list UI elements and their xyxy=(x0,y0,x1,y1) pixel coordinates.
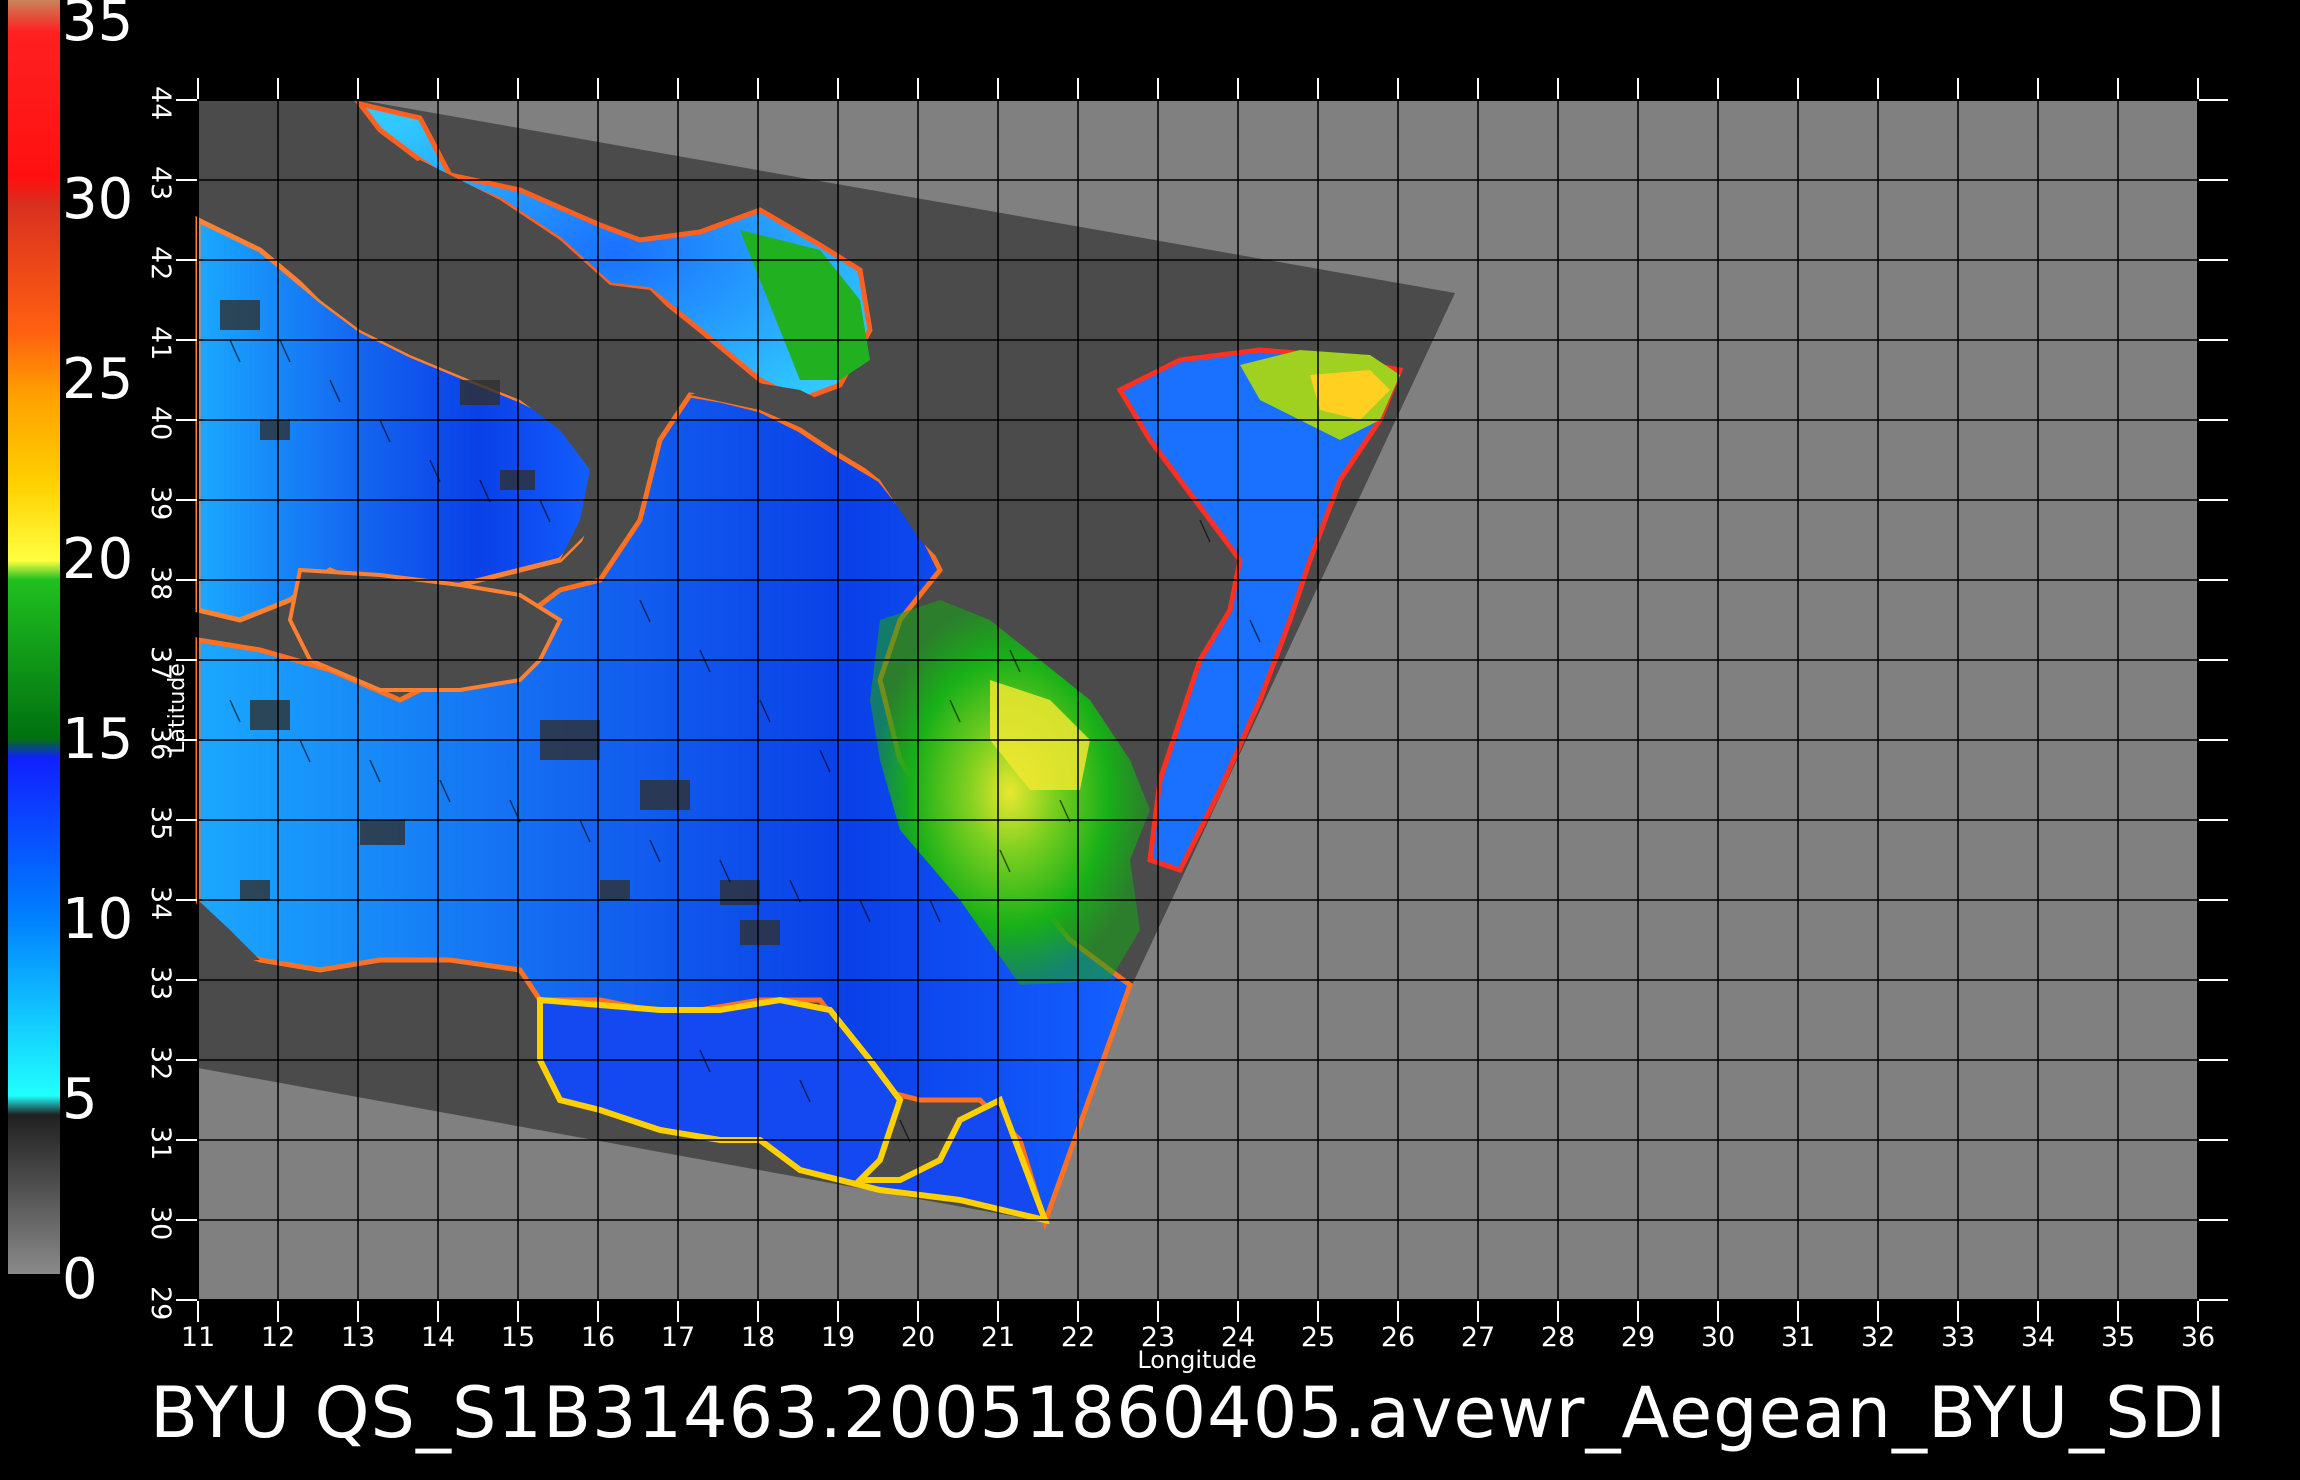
x-tick-label: 12 xyxy=(260,1322,296,1353)
x-tick-label: 36 xyxy=(2180,1322,2216,1353)
y-tick-label: 34 xyxy=(145,886,176,921)
y-axis-label: Latitude xyxy=(164,663,190,754)
y-tick-label: 31 xyxy=(145,1126,176,1161)
x-tick-label: 22 xyxy=(1060,1322,1096,1353)
y-tick-label: 32 xyxy=(145,1046,176,1081)
y-tick-label: 43 xyxy=(145,166,176,201)
x-tick-label: 25 xyxy=(1300,1322,1336,1353)
x-tick-label: 18 xyxy=(740,1322,776,1353)
x-tick-label: 17 xyxy=(660,1322,696,1353)
x-tick-label: 32 xyxy=(1860,1322,1896,1353)
image-caption: BYU QS_S1B31463.20051860405.avewr_Aegean… xyxy=(150,1372,2228,1454)
x-tick-label: 29 xyxy=(1620,1322,1656,1353)
y-tick-label: 29 xyxy=(145,1286,176,1321)
y-tick-label: 39 xyxy=(145,486,176,521)
x-tick-label: 30 xyxy=(1700,1322,1736,1353)
x-tick-label: 21 xyxy=(980,1322,1016,1353)
x-tick-label: 35 xyxy=(2100,1322,2136,1353)
x-tick-label: 14 xyxy=(420,1322,456,1353)
x-tick-label: 33 xyxy=(1940,1322,1976,1353)
y-tick-label: 35 xyxy=(145,806,176,841)
y-tick-label: 41 xyxy=(145,326,176,361)
x-tick-label: 20 xyxy=(900,1322,936,1353)
x-tick-label: 11 xyxy=(180,1322,216,1353)
x-tick-label: 13 xyxy=(340,1322,376,1353)
x-tick-label: 34 xyxy=(2020,1322,2056,1353)
x-tick-label: 31 xyxy=(1780,1322,1816,1353)
x-tick-label: 16 xyxy=(580,1322,616,1353)
x-tick-label: 19 xyxy=(820,1322,856,1353)
y-tick-label: 33 xyxy=(145,966,176,1001)
x-axis-label: Longitude xyxy=(1137,1346,1257,1374)
y-tick-label: 40 xyxy=(145,406,176,441)
y-tick-label: 38 xyxy=(145,566,176,601)
y-tick-label: 44 xyxy=(145,86,176,121)
x-tick-label: 28 xyxy=(1540,1322,1576,1353)
wind-speed-map xyxy=(176,78,2228,1322)
y-tick-label: 30 xyxy=(145,1206,176,1241)
x-tick-label: 26 xyxy=(1380,1322,1416,1353)
x-tick-label: 27 xyxy=(1460,1322,1496,1353)
x-tick-label: 15 xyxy=(500,1322,536,1353)
y-tick-label: 42 xyxy=(145,246,176,281)
